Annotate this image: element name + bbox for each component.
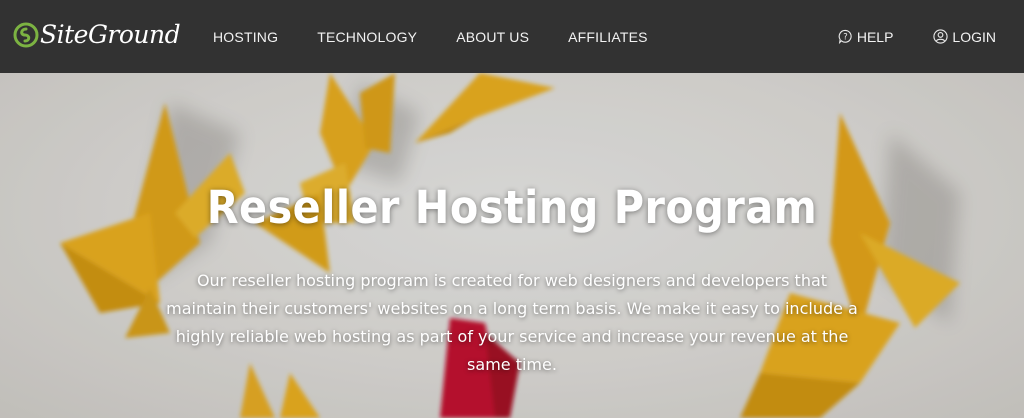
page-title: Reseller Hosting Program — [206, 181, 818, 234]
nav-hosting[interactable]: HOSTING — [213, 29, 278, 45]
login-label: LOGIN — [952, 28, 996, 45]
siteground-swirl-icon — [13, 22, 39, 47]
nav-about-us[interactable]: ABOUT US — [456, 29, 529, 45]
help-bubble-icon: ? — [838, 29, 852, 44]
nav-technology[interactable]: TECHNOLOGY — [317, 29, 417, 45]
svg-text:?: ? — [843, 32, 847, 42]
logo-text: SiteGround — [40, 20, 181, 49]
user-icon — [933, 29, 949, 44]
login-link[interactable]: LOGIN — [933, 29, 996, 45]
utility-navigation: ? HELP LOGIN — [838, 0, 996, 73]
siteground-logo[interactable]: SiteGround — [13, 20, 181, 49]
help-label: HELP — [856, 28, 894, 45]
hero-banner: Reseller Hosting Program Our reseller ho… — [0, 73, 1024, 418]
top-navigation-bar: SiteGround HOSTING TECHNOLOGY ABOUT US A… — [0, 0, 1024, 73]
nav-affiliates[interactable]: AFFILIATES — [568, 29, 648, 45]
help-link[interactable]: ? HELP — [838, 28, 894, 45]
hero-description: Our reseller hosting program is created … — [166, 271, 858, 374]
main-navigation: HOSTING TECHNOLOGY ABOUT US AFFILIATES — [213, 0, 687, 73]
